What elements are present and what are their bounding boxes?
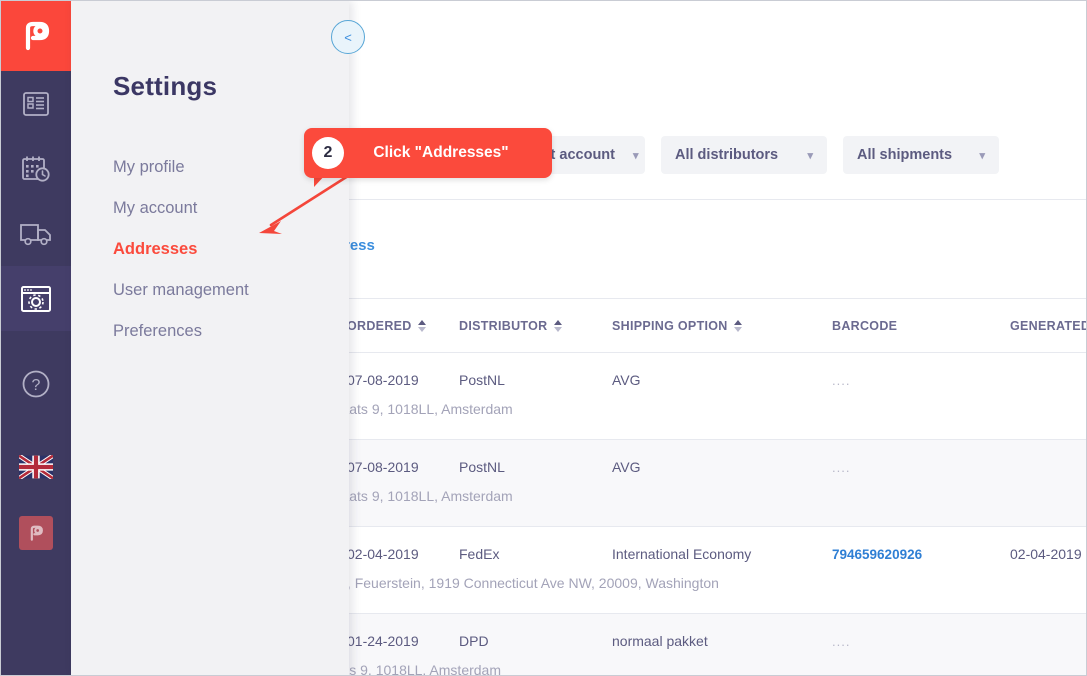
callout-text: Click "Addresses": [373, 144, 509, 161]
cell-barcode[interactable]: 794659620926: [832, 547, 922, 562]
cell-distributor: PostNL: [459, 372, 505, 388]
schedule-icon: [22, 156, 50, 182]
app-logo[interactable]: [1, 1, 71, 71]
sidebar-item-settings[interactable]: [1, 266, 71, 331]
sort-icon[interactable]: [417, 319, 426, 332]
sidebar-item-orders[interactable]: [1, 71, 71, 136]
settings-menu: My profile My account Addresses User manage…: [113, 147, 339, 352]
settings-menu-item-user-management[interactable]: User management: [113, 270, 339, 311]
col-header-shipping-option[interactable]: SHIPPING OPTION: [612, 319, 742, 333]
cell-distributor: DPD: [459, 633, 489, 649]
paazl-mini-icon: [30, 525, 43, 541]
cell-shipping-option: AVG: [612, 372, 641, 388]
cell-shipping-option: AVG: [612, 459, 641, 475]
col-header-distributor[interactable]: DISTRIBUTOR: [459, 319, 562, 333]
filter-all-shipments-label: All shipments: [857, 147, 953, 163]
help-question-icon: ?: [22, 370, 50, 397]
account-badge-square: [19, 516, 53, 550]
chevron-down-icon: ▾: [979, 149, 985, 162]
rail-spacer: [1, 331, 71, 351]
page-title: Settings: [113, 71, 218, 101]
shipping-truck-icon: [20, 223, 51, 245]
cell-barcode: ....: [832, 633, 851, 649]
cell-barcode: ....: [832, 372, 851, 388]
orders-icon: [23, 91, 49, 116]
account-badge[interactable]: [1, 498, 71, 568]
svg-text:?: ?: [32, 377, 41, 394]
settings-menu-item-my-account[interactable]: My account: [113, 188, 339, 229]
sidebar-item-shipping[interactable]: [1, 201, 71, 266]
sidebar-item-help[interactable]: ?: [1, 351, 71, 416]
left-nav-rail: ?: [1, 1, 71, 675]
step-number-badge: 2: [312, 137, 344, 169]
cell-distributor: FedEx: [459, 546, 500, 562]
sidebar-item-schedule[interactable]: [1, 136, 71, 201]
cell-ordered: 01-24-2019: [347, 633, 419, 649]
cell-ordered: 07-08-2019: [347, 372, 419, 388]
col-header-ordered[interactable]: ORDERED: [347, 319, 426, 333]
paazl-logo-icon: [25, 21, 50, 51]
language-switcher[interactable]: [1, 436, 71, 498]
chevron-left-icon: <: [344, 29, 352, 45]
settings-gear-window-icon: [21, 285, 51, 312]
cell-ordered: 07-08-2019: [347, 459, 419, 475]
cell-ordered: 02-04-2019: [347, 546, 419, 562]
step-callout[interactable]: 2 Click "Addresses": [304, 128, 552, 178]
rail-spacer: [1, 416, 71, 436]
cell-shipping-option: International Economy: [612, 546, 752, 562]
col-header-generated: GENERATED: [1010, 318, 1087, 333]
collapse-panel-button[interactable]: <: [331, 20, 365, 54]
chevron-down-icon: ▾: [807, 149, 813, 162]
filter-all-distributors[interactable]: All distributors ▾: [661, 136, 827, 174]
settings-menu-item-addresses[interactable]: Addresses: [113, 229, 339, 270]
cell-shipping-option: normaal pakket: [612, 633, 708, 649]
filter-all-distributors-label: All distributors: [675, 147, 779, 163]
cell-distributor: PostNL: [459, 459, 505, 475]
settings-panel: Settings My profile My account Addresses Us…: [71, 1, 349, 675]
col-header-barcode: BARCODE: [832, 318, 898, 333]
settings-menu-item-preferences[interactable]: Preferences: [113, 311, 339, 352]
filter-all-shipments[interactable]: All shipments ▾: [843, 136, 999, 174]
cell-barcode: ....: [832, 459, 851, 475]
sort-icon[interactable]: [733, 319, 742, 332]
cell-generated: 02-04-2019: [1010, 546, 1082, 562]
sort-icon[interactable]: [553, 319, 562, 332]
uk-flag-icon: [19, 455, 53, 479]
app-window: Current account ▾ All distributors ▾ All…: [0, 0, 1087, 676]
chevron-down-icon: ▾: [633, 149, 639, 162]
cell-address: ederich, Feuerstein, 1919 Connecticut Av…: [301, 575, 719, 591]
